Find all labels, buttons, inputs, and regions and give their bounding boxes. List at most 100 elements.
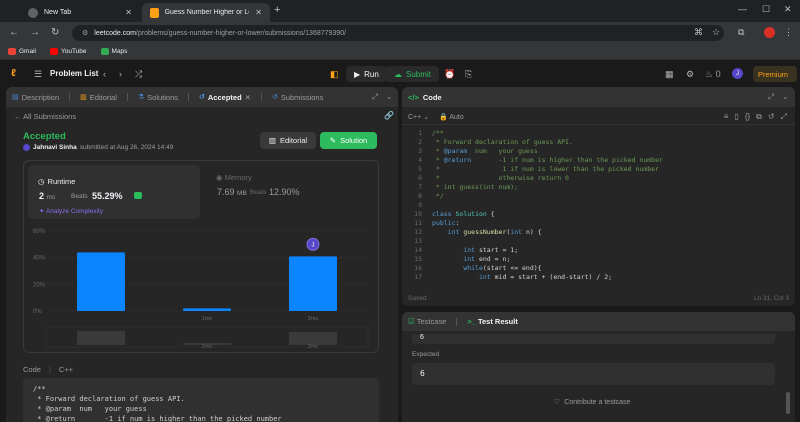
browser-tab-new-tab[interactable]: New Tab ✕: [20, 3, 140, 22]
bookmark-maps[interactable]: Maps: [100, 48, 127, 55]
editor-status: Saved: [408, 295, 427, 302]
tab-accepted[interactable]: ↺ Accepted ✕: [199, 93, 251, 102]
braces-icon[interactable]: {}: [745, 112, 750, 122]
bookmark-gmail[interactable]: Gmail: [8, 48, 36, 55]
scrollbar-thumb[interactable]: [786, 392, 790, 414]
tab-editorial[interactable]: ▥ Editorial: [80, 93, 117, 102]
timer-icon[interactable]: ⏰: [444, 69, 455, 80]
tab-divider: [456, 317, 458, 326]
problem-list-link[interactable]: Problem List: [50, 69, 98, 78]
submit-button[interactable]: ☁ Submit: [386, 66, 439, 82]
code-line: * @return -1 if num is higher than the p…: [33, 415, 282, 422]
streak-counter[interactable]: ♨ 0: [705, 69, 721, 80]
maximize-icon[interactable]: ⤢: [781, 112, 787, 122]
contribute-testcase-link[interactable]: ♡ Contribute a testcase: [554, 398, 630, 407]
editor-toolbar: C++ ⌄ 🔒 Auto ≡ ▯ {} ⧉ ↺ ⤢: [402, 109, 795, 125]
profile-avatar[interactable]: [764, 27, 775, 38]
next-problem-icon[interactable]: ›: [119, 69, 122, 79]
submitter-name[interactable]: Jahnavi Sinha: [33, 144, 77, 151]
memory-label[interactable]: ◉ Memory: [216, 173, 252, 182]
runtime-beats-value: 55.29%: [92, 191, 123, 201]
new-tab-icon[interactable]: +: [274, 4, 280, 16]
line-number: 17: [414, 273, 422, 281]
url-host: leetcode.com: [94, 29, 136, 37]
tab-test-result[interactable]: >_ Test Result: [467, 317, 518, 326]
prev-problem-icon[interactable]: ‹: [103, 69, 106, 79]
leetcode-logo-icon[interactable]: ℓ: [11, 68, 16, 79]
code-line: * otherwise return 0: [432, 174, 569, 182]
line-number: 15: [414, 255, 422, 263]
bookmark-icon[interactable]: ▯: [734, 112, 738, 122]
line-number: 6: [418, 174, 422, 182]
code-panel: </> Code ⤢ ⌄ C++ ⌄ 🔒 Auto ≡ ▯ {} ⧉ ↺ ⤢ 1…: [402, 87, 795, 306]
window-close-icon[interactable]: ✕: [784, 4, 792, 15]
shuffle-icon[interactable]: ⤮: [135, 69, 142, 80]
layout-icon[interactable]: ▦: [665, 69, 674, 80]
tab-solutions[interactable]: ⚗ Solutions: [138, 93, 178, 102]
reload-icon[interactable]: ↻: [51, 27, 59, 38]
copy-icon[interactable]: ⧉: [756, 112, 762, 122]
expand-icon[interactable]: ⤢: [372, 92, 378, 102]
bookmark-star-icon[interactable]: ☆: [712, 27, 720, 38]
solution-button[interactable]: ✎ Solution: [320, 132, 377, 149]
browser-tab-leetcode[interactable]: Guess Number Higher or Lower ✕: [142, 3, 270, 22]
user-avatar[interactable]: J: [732, 68, 743, 79]
site-info-icon[interactable]: ⚙: [82, 29, 88, 37]
autocomplete-toggle[interactable]: 🔒 Auto: [439, 113, 464, 121]
back-icon[interactable]: ←: [9, 27, 19, 38]
close-icon[interactable]: ✕: [255, 8, 262, 17]
code-line: * @param num your guess: [33, 405, 147, 413]
tab-description[interactable]: ▤ Description: [12, 93, 59, 102]
debug-icon[interactable]: ◧: [330, 69, 339, 80]
language-select[interactable]: C++ ⌄: [408, 113, 429, 121]
analyze-complexity-link[interactable]: ✦ Analyze Complexity: [39, 207, 103, 215]
translate-icon[interactable]: ⌘: [694, 27, 703, 38]
tab-divider: [69, 93, 71, 101]
close-tab-icon[interactable]: ✕: [245, 93, 251, 102]
close-icon[interactable]: ✕: [125, 8, 132, 17]
line-number: 8: [418, 192, 422, 200]
chart-bar: [183, 308, 231, 311]
tab-submissions[interactable]: ↺ Submissions: [272, 93, 323, 102]
left-panel: ▤ Description ▥ Editorial ⚗ Solutions ↺ …: [6, 87, 398, 422]
x-tick-label: 2ms: [308, 316, 319, 322]
premium-button[interactable]: Premium: [753, 66, 797, 82]
run-button[interactable]: ▶ Run: [346, 66, 387, 82]
minimize-icon[interactable]: —: [738, 4, 747, 14]
line-number: 7: [418, 183, 422, 191]
forward-icon[interactable]: →: [30, 27, 40, 38]
extensions-icon[interactable]: ⧉: [738, 27, 744, 38]
notes-icon[interactable]: ⎘: [465, 69, 472, 80]
browser-tab-strip: New Tab ✕ Guess Number Higher or Lower ✕…: [0, 0, 800, 22]
format-icon[interactable]: ≡: [724, 112, 729, 122]
collapse-icon[interactable]: ⌄: [386, 92, 392, 101]
reset-icon[interactable]: ↺: [768, 112, 775, 122]
runtime-distribution-chart: 60%40%20%0%1ms1ms2ms2msJ: [33, 229, 369, 350]
settings-icon[interactable]: ⚙: [686, 69, 694, 80]
checkbox-icon: ☑: [408, 317, 415, 326]
code-language: C++: [58, 365, 74, 374]
submitted-code-preview: /** * Forward declaration of guess API. …: [23, 378, 379, 422]
bookmark-youtube[interactable]: YouTube: [49, 48, 87, 55]
expand-icon[interactable]: ⤢: [768, 92, 774, 102]
link-icon[interactable]: 🔗: [384, 111, 394, 120]
code-line: /**: [432, 129, 444, 137]
x-tick-label: 1ms: [202, 316, 213, 322]
tab-testcase[interactable]: ☑ Testcase: [408, 317, 446, 326]
line-number: 3: [418, 147, 422, 155]
runtime-box[interactable]: ◷ Runtime 2 ms Beats 55.29% ✦ Analyze Co…: [28, 165, 200, 219]
code-line: */: [432, 192, 444, 200]
tab-divider: [188, 93, 190, 101]
code-line: * 1 if num is lower than the picked numb…: [432, 165, 659, 173]
code-editor[interactable]: 1 /** 2 * Forward declaration of guess AP…: [402, 127, 795, 292]
all-submissions-link[interactable]: ← All Submissions: [14, 112, 76, 121]
url-input[interactable]: ⚙ leetcode.com/problems/guess-number-hig…: [72, 25, 724, 41]
problem-list-icon[interactable]: ☰: [34, 69, 42, 80]
maximize-icon[interactable]: ☐: [762, 4, 770, 15]
code-line: * int guess(int num);: [432, 183, 519, 191]
memory-icon: ◉: [216, 173, 223, 182]
menu-dots-icon[interactable]: ⋮: [784, 27, 793, 38]
memory-value: 7.69 MB: [217, 187, 247, 197]
editorial-button[interactable]: ▥ Editorial: [260, 132, 316, 149]
collapse-icon[interactable]: ⌄: [782, 92, 788, 101]
